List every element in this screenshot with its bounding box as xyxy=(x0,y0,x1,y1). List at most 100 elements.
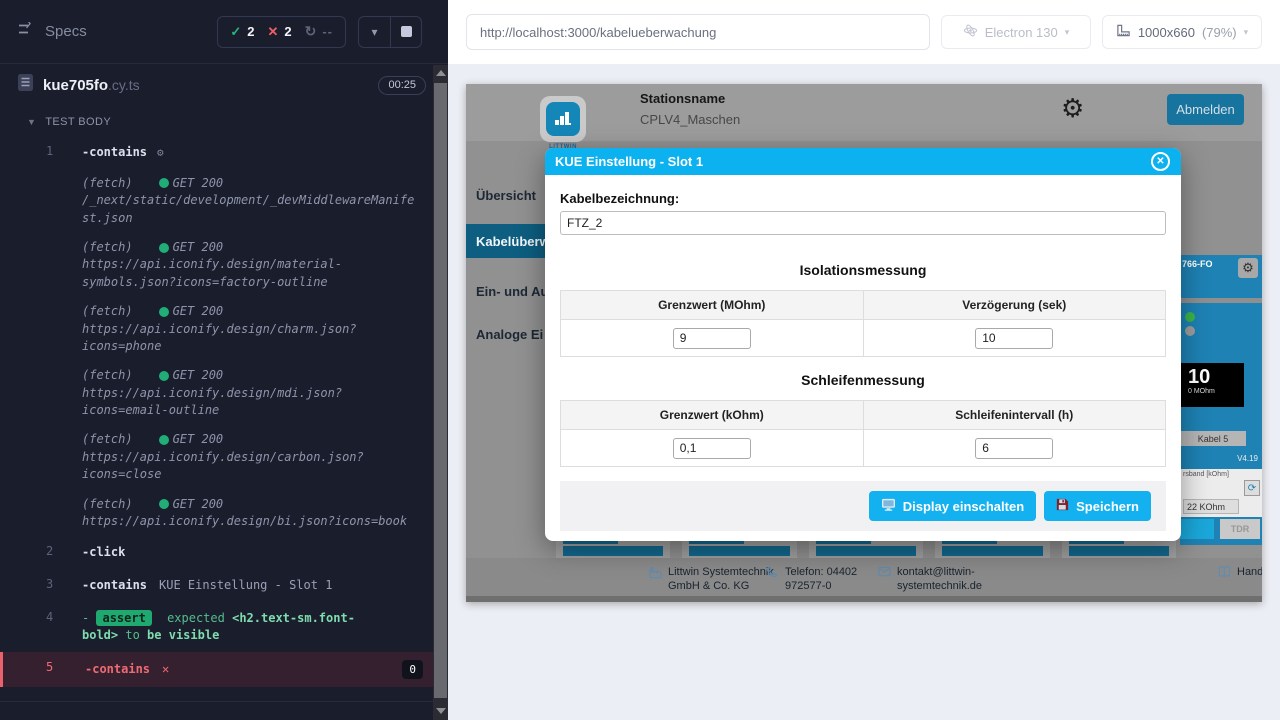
aut-panel: Electron 130 ▾ 1000x660 (79%) ▾ LITTWIN … xyxy=(448,0,1280,720)
stop-button[interactable] xyxy=(390,17,421,47)
url-input[interactable] xyxy=(466,14,930,50)
command-number: 3 xyxy=(0,577,82,591)
save-button[interactable]: Speichern xyxy=(1044,491,1151,521)
command-log: 1 -contains⚙ (fetch)GET 200 /_next/stati… xyxy=(0,136,448,702)
footer-email-text: kontakt@littwin-systemtechnik.de xyxy=(897,565,990,594)
test-body-label: TEST BODY xyxy=(45,116,111,128)
fetch-log-entry[interactable]: (fetch)GET 200 https://api.iconify.desig… xyxy=(0,361,433,425)
display-on-button[interactable]: Display einschalten xyxy=(869,491,1036,521)
table-cell xyxy=(561,320,864,357)
nav-item-ein-ausgaenge[interactable]: Ein- und Au xyxy=(476,284,548,299)
test-body-section-header[interactable]: ▼ TEST BODY xyxy=(0,106,448,136)
command-name: -contains xyxy=(82,145,147,159)
command-row[interactable]: 2 -click xyxy=(0,536,433,569)
spec-file-icon xyxy=(17,73,34,97)
scrollbar-thumb[interactable] xyxy=(434,83,447,698)
browser-selector[interactable]: Electron 130 ▾ xyxy=(941,15,1091,49)
fetch-status: GET 200 xyxy=(173,496,224,513)
station-name-label: Stationsname xyxy=(640,91,725,106)
book-icon xyxy=(1218,566,1232,582)
fetch-context: (fetch) xyxy=(82,367,133,384)
status-dot-icon xyxy=(159,307,169,317)
iso-delay-input[interactable] xyxy=(975,328,1053,349)
scroll-down-icon[interactable] xyxy=(436,708,446,714)
chevron-down-icon: ▾ xyxy=(1244,27,1249,38)
fetch-context: (fetch) xyxy=(82,239,133,256)
card-divider xyxy=(1180,298,1262,303)
test-stats: ✓2 ✕2 ↻-- xyxy=(217,16,346,48)
fetch-log-entry[interactable]: (fetch)GET 200 https://api.iconify.desig… xyxy=(0,233,433,297)
modal-header: KUE Einstellung - Slot 1 ✕ xyxy=(545,148,1181,175)
browser-label: Electron 130 xyxy=(985,25,1058,40)
card-gear-icon[interactable]: ⚙ xyxy=(1238,258,1258,278)
assert-row[interactable]: 4 - assert expected <h2.text-sm.font-bol… xyxy=(0,602,433,652)
fetch-status: GET 200 xyxy=(173,303,224,320)
command-number: 4 xyxy=(0,610,82,624)
scroll-up-icon[interactable] xyxy=(436,70,446,76)
save-floppy-icon xyxy=(1056,498,1069,514)
factory-icon xyxy=(649,566,663,583)
fetch-url: /_next/static/development/_devMiddleware… xyxy=(82,192,421,227)
fetch-log-entry[interactable]: (fetch)GET 200 https://api.iconify.desig… xyxy=(0,425,433,489)
app-footer: Littwin Systemtechnik GmbH & Co. KG Tele… xyxy=(466,558,1262,602)
fetch-status: GET 200 xyxy=(173,367,224,384)
column-header: Grenzwert (MOhm) xyxy=(561,291,864,320)
specs-title: Specs xyxy=(45,23,87,40)
command-row[interactable]: 3 -containsKUE Einstellung - Slot 1 xyxy=(0,569,433,602)
fetch-context: (fetch) xyxy=(82,431,133,448)
check-icon: ✓ xyxy=(230,24,241,40)
sidebar-scrollbar[interactable] xyxy=(433,65,448,720)
specs-menu-icon[interactable] xyxy=(18,22,35,41)
card-action-button[interactable] xyxy=(1180,519,1214,539)
band-label: rsband [kOhm] xyxy=(1183,471,1229,478)
cable-designation-input[interactable] xyxy=(560,211,1166,235)
command-name: -contains xyxy=(85,661,150,678)
isolation-section-title: Isolationsmessung xyxy=(560,262,1166,278)
fetch-log-entry[interactable]: (fetch)GET 200 https://api.iconify.desig… xyxy=(0,297,433,361)
card-title: 766-FO xyxy=(1182,259,1213,269)
status-dot-icon xyxy=(159,371,169,381)
fetch-log-entry[interactable]: (fetch)GET 200 /_next/static/development… xyxy=(0,169,433,233)
fetch-status: GET 200 xyxy=(173,239,224,256)
fetch-status: GET 200 xyxy=(173,175,224,192)
littwin-logo xyxy=(540,96,586,142)
iso-limit-input[interactable] xyxy=(673,328,751,349)
nav-item-kabelueberwachung-selected[interactable]: Kabelüberw xyxy=(466,224,553,258)
ruler-icon xyxy=(1116,23,1131,41)
chevron-down-icon: ▾ xyxy=(1065,27,1070,38)
fetch-log-entry[interactable]: (fetch)GET 200 https://api.iconify.desig… xyxy=(0,490,433,537)
modal-body: Kabelbezeichnung: Isolationsmessung Gren… xyxy=(545,175,1181,531)
loop-limit-input[interactable] xyxy=(673,438,751,459)
column-header: Grenzwert (kOhm) xyxy=(561,401,864,430)
status-dot-icon xyxy=(159,435,169,445)
tdr-button[interactable]: TDR xyxy=(1220,519,1260,539)
display-value: 10 xyxy=(1188,366,1238,388)
collapse-button[interactable]: ▾ xyxy=(359,17,390,47)
nav-item-uebersicht[interactable]: Übersicht xyxy=(476,188,536,203)
loop-section-title: Schleifenmessung xyxy=(560,372,1166,388)
fetch-url: https://api.iconify.design/charm.json?ic… xyxy=(82,321,421,356)
spec-file-row[interactable]: kue705fo.cy.ts 00:25 xyxy=(0,64,448,106)
fetch-url: https://api.iconify.design/carbon.json?i… xyxy=(82,449,421,484)
status-dot-icon xyxy=(159,178,169,188)
status-dot-icon xyxy=(159,243,169,253)
settings-gear-icon[interactable]: ⚙ xyxy=(1061,95,1084,121)
fetch-url: https://api.iconify.design/bi.json?icons… xyxy=(82,513,421,530)
viewport-selector[interactable]: 1000x660 (79%) ▾ xyxy=(1102,15,1262,49)
close-icon[interactable]: ✕ xyxy=(1151,152,1170,171)
logout-button[interactable]: Abmelden xyxy=(1167,94,1244,125)
command-row[interactable]: 1 -contains⚙ xyxy=(0,136,433,169)
footer-phone-text: Telefon: 04402 972577-0 xyxy=(785,565,871,594)
card-subpanel: rsband [kOhm] ⟳ 22 KOhm xyxy=(1180,469,1262,517)
refresh-icon[interactable]: ⟳ xyxy=(1244,480,1260,496)
x-icon: ✕ xyxy=(267,24,278,40)
band-value: 22 KOhm xyxy=(1183,499,1239,514)
nav-item-analoge-eingaenge[interactable]: Analoge Ei xyxy=(476,327,543,342)
spec-extension: .cy.ts xyxy=(108,77,140,93)
footer-manuals[interactable]: Handbücher xyxy=(1218,565,1262,582)
failed-command-row[interactable]: 5 -contains ✕ 0 xyxy=(0,652,433,687)
cable-designation-label: Kabelbezeichnung: xyxy=(560,191,1166,206)
loop-interval-input[interactable] xyxy=(975,438,1053,459)
chevron-down-icon: ▾ xyxy=(371,25,377,39)
command-number: 2 xyxy=(0,544,82,558)
